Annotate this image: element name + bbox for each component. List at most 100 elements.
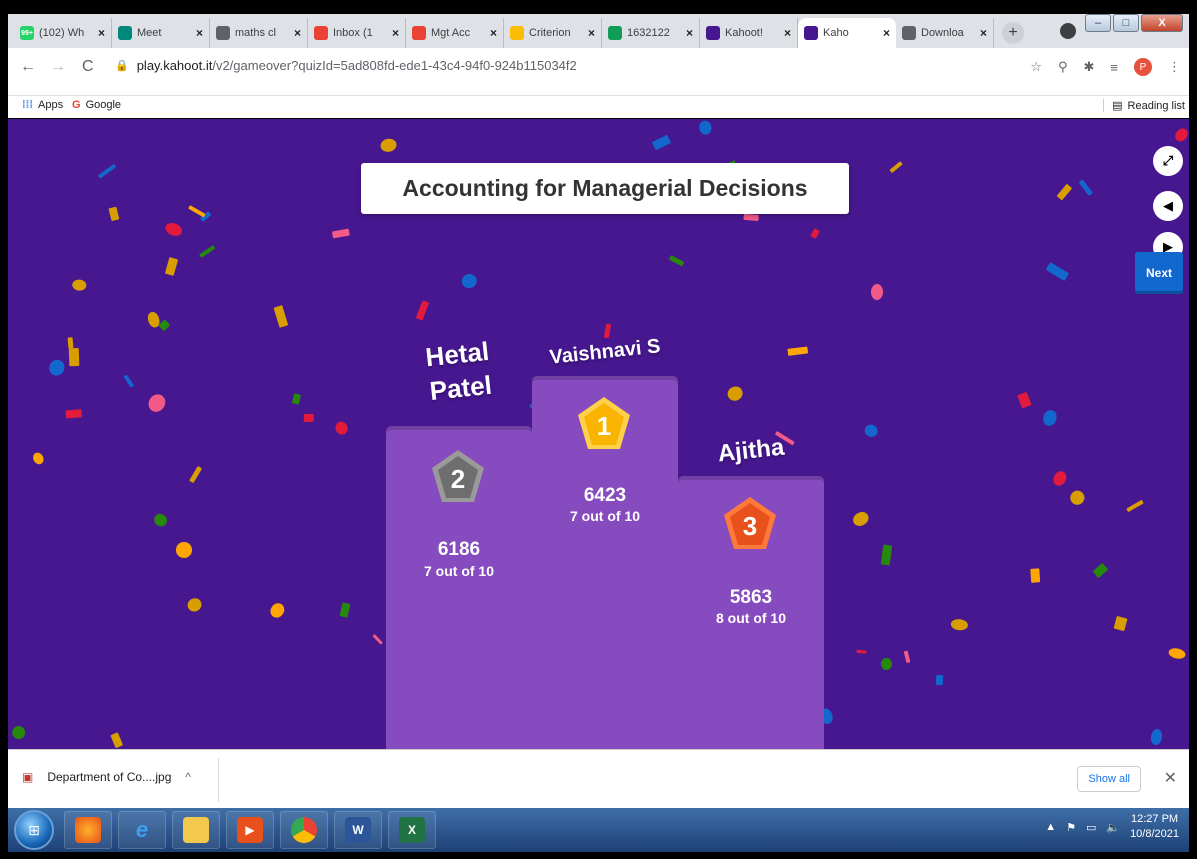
correct-third: 8 out of 10 <box>715 610 786 626</box>
word-icon: W <box>345 817 371 843</box>
confetti-piece <box>198 245 216 259</box>
network-icon[interactable]: ▭ <box>1086 821 1096 834</box>
clock[interactable]: 12:27 PM 10/8/2021 <box>1130 812 1179 842</box>
image-file-icon: ▣ <box>22 770 34 784</box>
medal-rank-third: 3 <box>743 511 757 541</box>
taskbar-media[interactable]: ▶ <box>226 811 274 849</box>
tab-strip: 99+ (102) Wh × Meet × maths cl × Inbox (1 × Mgt A… <box>8 14 1189 48</box>
taskbar-firefox[interactable] <box>64 811 112 849</box>
tab-close-icon[interactable]: × <box>392 26 399 40</box>
silver-medal-icon: 2 <box>432 450 484 502</box>
taskbar-chrome[interactable] <box>280 811 328 849</box>
tab-title: Criterion <box>529 27 571 39</box>
browser-tab[interactable]: 1632122 × <box>602 18 700 48</box>
confetti-piece <box>856 649 867 654</box>
browser-tab[interactable]: Kahoot! × <box>700 18 798 48</box>
chevron-up-icon[interactable]: ^ <box>185 770 191 784</box>
kahoot-icon <box>706 26 720 40</box>
internet-explorer-icon: e <box>135 817 149 842</box>
next-button[interactable]: Next <box>1135 252 1183 294</box>
tab-close-icon[interactable]: × <box>883 26 890 40</box>
tab-title: Inbox (1 <box>333 27 373 39</box>
gold-medal-icon: 1 <box>578 397 630 449</box>
browser-tab[interactable]: Criterion × <box>504 18 602 48</box>
reload-icon[interactable]: C <box>82 58 94 76</box>
extension-icon[interactable]: ⚲ <box>1058 59 1068 75</box>
tab-close-icon[interactable]: × <box>588 26 595 40</box>
confetti-piece <box>1051 469 1069 488</box>
confetti-piece <box>333 419 350 437</box>
browser-tab[interactable]: maths cl × <box>210 18 308 48</box>
window-close-icon[interactable]: X <box>1141 14 1183 32</box>
extensions-puzzle-icon[interactable]: ✱ <box>1084 59 1095 75</box>
maximize-icon[interactable]: □ <box>1113 14 1139 32</box>
sound-icon[interactable]: ◀ <box>1153 191 1183 221</box>
flag-icon[interactable]: ⚑ <box>1066 821 1076 834</box>
confetti-piece <box>1113 615 1127 632</box>
taskbar-word[interactable]: W <box>334 811 382 849</box>
reading-list[interactable]: ▤ Reading list <box>1103 99 1185 112</box>
confetti-piece <box>124 374 135 388</box>
confetti-piece <box>379 137 398 153</box>
profile-menu-icon[interactable] <box>1057 20 1079 42</box>
bookmark-star-icon[interactable]: ☆ <box>1030 59 1042 75</box>
media-queue-icon[interactable]: ≡ <box>1110 60 1118 75</box>
bronze-medal-icon: 3 <box>724 497 776 549</box>
confetti-piece <box>163 220 184 238</box>
confetti-piece <box>651 134 671 151</box>
minimize-icon[interactable]: – <box>1085 14 1111 32</box>
back-icon[interactable]: ← <box>20 58 36 76</box>
confetti-piece <box>108 205 120 221</box>
confetti-piece <box>1041 408 1059 428</box>
browser-tab[interactable]: Mgt Acc × <box>406 18 504 48</box>
confetti-piece <box>164 256 179 276</box>
download-item[interactable]: ▣ Department of Co....jpg ^ <box>22 770 191 784</box>
tab-title: (102) Wh <box>39 27 85 39</box>
tab-close-icon[interactable]: × <box>196 26 203 40</box>
confetti-piece <box>110 732 123 749</box>
browser-tab[interactable]: 99+ (102) Wh × <box>14 18 112 48</box>
browser-tab[interactable]: Kaho × <box>798 18 896 48</box>
profile-avatar[interactable]: P <box>1134 58 1152 76</box>
menu-kebab-icon[interactable]: ⋮ <box>1168 59 1181 75</box>
confetti-piece <box>1067 487 1087 508</box>
show-all-button[interactable]: Show all <box>1077 766 1141 792</box>
tray-arrow-icon[interactable]: ▲ <box>1045 821 1056 833</box>
fullscreen-icon[interactable]: ⤢ <box>1153 146 1183 176</box>
divider <box>218 758 219 802</box>
browser-tab[interactable]: Inbox (1 × <box>308 18 406 48</box>
volume-icon[interactable]: 🔈 <box>1106 821 1120 834</box>
taskbar-excel[interactable]: X <box>388 811 436 849</box>
tab-close-icon[interactable]: × <box>98 26 105 40</box>
tab-close-icon[interactable]: × <box>294 26 301 40</box>
confetti-piece <box>787 345 809 356</box>
tab-close-icon[interactable]: × <box>784 26 791 40</box>
start-button[interactable]: ⊞ <box>14 810 54 850</box>
medal-rank-second: 2 <box>451 464 465 494</box>
player-name-third: Ajitha <box>716 433 786 468</box>
tab-close-icon[interactable]: × <box>490 26 497 40</box>
browser-tab[interactable]: Meet × <box>112 18 210 48</box>
tab-title: Meet <box>137 27 162 39</box>
url-field[interactable]: 🔒 play.kahoot.it/v2/gameover?quizId=5ad8… <box>115 58 577 73</box>
sheets-icon <box>608 26 622 40</box>
bookmark-apps[interactable]: ⁞⁞⁞ Apps <box>22 99 63 111</box>
close-icon[interactable]: ✕ <box>1164 768 1177 788</box>
tab-close-icon[interactable]: × <box>980 26 987 40</box>
confetti-piece <box>881 657 893 670</box>
taskbar-explorer[interactable] <box>172 811 220 849</box>
tab-close-icon[interactable]: × <box>686 26 693 40</box>
bookmark-google[interactable]: G Google <box>72 99 121 111</box>
clock-date: 10/8/2021 <box>1130 828 1179 840</box>
confetti-piece <box>862 422 880 439</box>
confetti-piece <box>30 450 46 467</box>
clock-time: 12:27 PM <box>1130 813 1179 825</box>
new-tab-button[interactable]: + <box>1002 22 1024 44</box>
tab-title: Kahoot! <box>725 27 763 39</box>
confetti-piece <box>68 347 79 367</box>
confetti-piece <box>698 120 713 136</box>
taskbar-ie[interactable]: e <box>118 811 166 849</box>
browser-tab[interactable]: Downloa × <box>896 18 994 48</box>
forward-icon[interactable]: → <box>50 58 66 76</box>
whatsapp-icon: 99+ <box>20 26 34 40</box>
